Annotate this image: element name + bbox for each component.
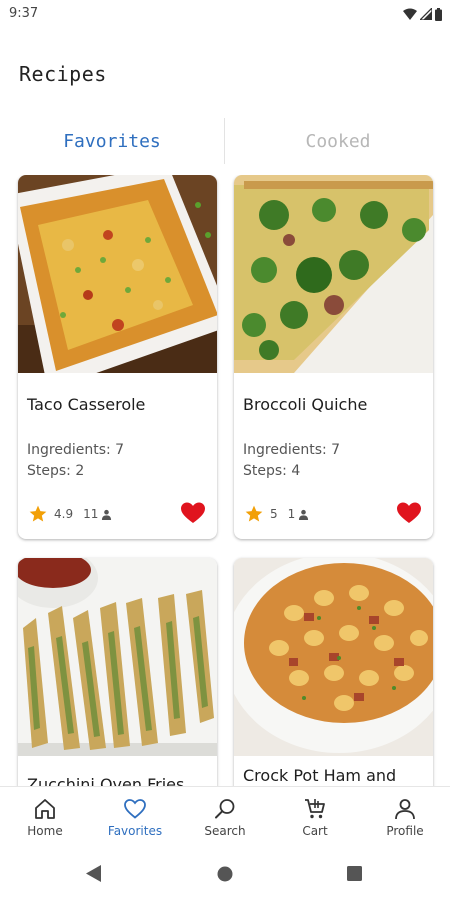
person-icon <box>299 509 309 520</box>
tab-bar: Favorites Cooked <box>0 116 450 166</box>
nav-home[interactable]: Home <box>0 787 90 847</box>
recipe-meta: Ingredients: 7 Steps: 2 <box>27 440 124 482</box>
nav-favorites[interactable]: Favorites <box>90 787 180 847</box>
heart-outline-icon <box>124 799 146 819</box>
nav-home-label: Home <box>27 824 63 838</box>
wifi-icon <box>403 8 417 20</box>
signal-icon <box>420 8 432 20</box>
nav-profile-label: Profile <box>386 824 424 838</box>
rating-count: 1 <box>287 507 296 521</box>
nav-cart-label: Cart <box>302 824 328 838</box>
back-icon[interactable] <box>86 865 102 882</box>
tab-cooked[interactable]: Cooked <box>226 116 450 166</box>
status-time: 9:37 <box>9 6 39 21</box>
recipe-image-zucchini-oven-fries <box>18 558 217 756</box>
system-navigation-bar <box>0 846 450 900</box>
status-bar: 9:37 <box>0 0 450 28</box>
rating-row: 5 1 <box>244 504 309 524</box>
person-icon <box>102 509 112 520</box>
nav-cart[interactable]: Cart <box>270 787 360 847</box>
recipe-title: Broccoli Quiche <box>243 395 368 414</box>
recipe-image-taco-casserole <box>18 175 217 373</box>
recipe-image-broccoli-quiche <box>234 175 433 373</box>
favorite-heart-icon[interactable] <box>181 502 205 524</box>
favorite-heart-icon[interactable] <box>397 502 421 524</box>
nav-favorites-label: Favorites <box>107 824 163 838</box>
star-icon <box>245 505 263 522</box>
recipe-card-zucchini-oven-fries[interactable]: Zucchini Oven Fries <box>18 558 217 786</box>
recipe-ingredients: Ingredients: 7 <box>27 442 125 458</box>
recipe-card-broccoli-quiche[interactable]: Broccoli Quiche Ingredients: 7 Steps: 4 … <box>234 175 433 539</box>
tab-favorites[interactable]: Favorites <box>0 116 224 166</box>
home-circle-icon[interactable] <box>217 866 233 882</box>
search-icon <box>215 799 235 819</box>
recipe-card-crock-pot-ham[interactable]: Crock Pot Ham and <box>234 558 433 786</box>
cart-icon <box>305 799 325 819</box>
nav-profile[interactable]: Profile <box>360 787 450 847</box>
recipe-title: Crock Pot Ham and <box>243 766 397 785</box>
bottom-navigation: Home Favorites Search Cart Profile <box>0 786 450 846</box>
recipe-meta: Ingredients: 7 Steps: 4 <box>243 440 340 482</box>
recipe-title: Taco Casserole <box>27 395 146 414</box>
nav-search[interactable]: Search <box>180 787 270 847</box>
person-icon <box>395 799 415 820</box>
recipe-card-taco-casserole[interactable]: Taco Casserole Ingredients: 7 Steps: 2 4… <box>18 175 217 539</box>
battery-icon <box>435 7 442 21</box>
rating-value: 4.9 <box>54 507 74 521</box>
star-icon <box>29 505 47 522</box>
recipe-title: Zucchini Oven Fries <box>27 775 185 786</box>
recipe-steps: Steps: 2 <box>27 463 85 479</box>
rating-row: 4.9 11 <box>28 504 112 524</box>
status-icons <box>403 6 442 22</box>
rating-value: 5 <box>270 507 278 521</box>
home-icon <box>35 799 55 819</box>
tab-divider <box>224 118 225 164</box>
rating-count: 11 <box>83 507 99 521</box>
recipe-image-crock-pot-ham <box>234 558 433 756</box>
recipe-steps: Steps: 4 <box>243 463 301 479</box>
nav-search-label: Search <box>204 824 246 838</box>
recipe-grid[interactable]: Taco Casserole Ingredients: 7 Steps: 2 4… <box>0 175 450 786</box>
recipe-ingredients: Ingredients: 7 <box>243 442 341 458</box>
recents-icon[interactable] <box>347 866 362 881</box>
page-title: Recipes <box>19 62 107 86</box>
